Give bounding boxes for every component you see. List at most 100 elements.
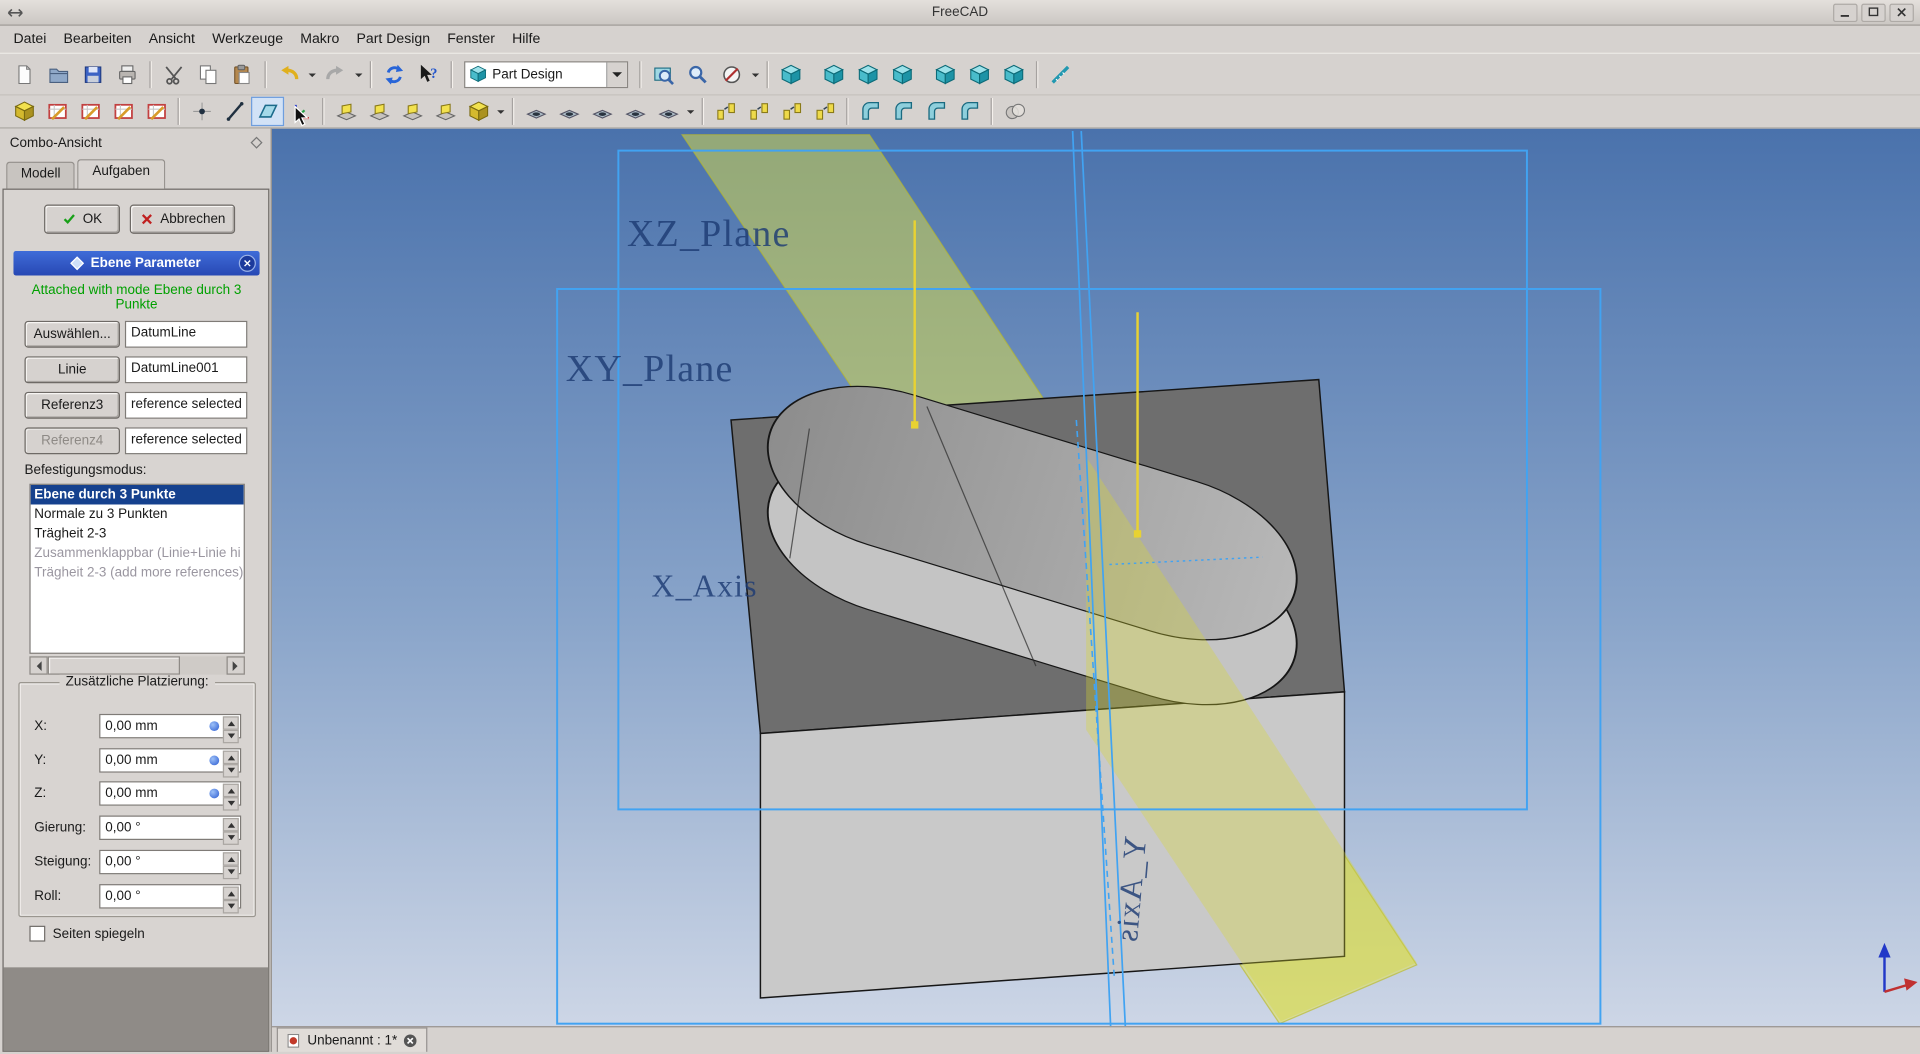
linear-pattern-button[interactable] xyxy=(742,97,775,126)
polar-pattern-button[interactable] xyxy=(775,97,808,126)
undo-button[interactable] xyxy=(272,58,306,90)
create-body-button[interactable] xyxy=(7,97,40,126)
redo-button[interactable] xyxy=(318,58,352,90)
minimize-button[interactable] xyxy=(1833,3,1857,21)
expression-icon[interactable] xyxy=(209,756,219,766)
pocket-button[interactable] xyxy=(519,97,552,126)
y-input[interactable]: 0,00 mm xyxy=(99,748,241,772)
x-input[interactable]: 0,00 mm xyxy=(99,714,241,738)
workbench-selector[interactable]: Part Design xyxy=(464,61,628,88)
list-item[interactable]: Ebene durch 3 Punkte xyxy=(31,485,244,505)
pitch-spinner[interactable] xyxy=(223,852,239,872)
z-input[interactable]: 0,00 mm xyxy=(99,781,241,805)
3d-viewport[interactable]: XZ_Plane XY_Plane X_Axis Y_Axis xyxy=(272,129,1920,1027)
roll-input[interactable]: 0,00 ° xyxy=(99,884,241,908)
view-left-button[interactable] xyxy=(997,58,1031,90)
additive-pipe-button[interactable] xyxy=(429,97,462,126)
list-item[interactable]: Normale zu 3 Punkten xyxy=(31,504,244,524)
scrollbar-thumb[interactable] xyxy=(48,656,180,674)
datum-point-button[interactable] xyxy=(185,97,218,126)
redo-dropdown[interactable] xyxy=(353,58,365,90)
close-document-icon[interactable] xyxy=(403,1033,418,1048)
draw-style-dropdown[interactable] xyxy=(749,58,761,90)
menu-makro[interactable]: Makro xyxy=(292,28,348,50)
additive-primitive-dropdown[interactable] xyxy=(495,96,507,128)
additive-primitive-button[interactable] xyxy=(462,97,495,126)
draft-button[interactable] xyxy=(920,97,953,126)
menu-datei[interactable]: Datei xyxy=(5,28,55,50)
fillet-button[interactable] xyxy=(853,97,886,126)
x-spinner[interactable] xyxy=(223,716,239,736)
paste-button[interactable] xyxy=(225,58,259,90)
draw-style-button[interactable] xyxy=(715,58,749,90)
subtractive-loft-button[interactable] xyxy=(618,97,651,126)
validate-sketch-button[interactable] xyxy=(140,97,173,126)
float-panel-icon[interactable] xyxy=(250,137,262,149)
menu-ansicht[interactable]: Ansicht xyxy=(140,28,203,50)
hole-button[interactable] xyxy=(552,97,585,126)
yaw-input[interactable]: 0,00 ° xyxy=(99,816,241,840)
reference3-field[interactable]: reference selected xyxy=(125,392,247,419)
tab-modell[interactable]: Modell xyxy=(6,162,75,189)
cut-button[interactable] xyxy=(157,58,191,90)
cancel-button[interactable]: Abbrechen xyxy=(130,204,235,233)
scroll-left-icon[interactable] xyxy=(29,656,47,674)
datum-plane-button[interactable] xyxy=(251,97,284,126)
y-spinner[interactable] xyxy=(223,751,239,771)
additive-loft-button[interactable] xyxy=(396,97,429,126)
ok-button[interactable]: OK xyxy=(44,204,120,233)
reference4-field[interactable]: reference selected xyxy=(125,427,247,454)
reference1-button[interactable]: Auswählen... xyxy=(24,321,120,348)
map-sketch-button[interactable] xyxy=(107,97,140,126)
close-button[interactable] xyxy=(1889,3,1913,21)
view-bottom-button[interactable] xyxy=(962,58,996,90)
reference2-field[interactable]: DatumLine001 xyxy=(125,356,247,383)
pad-button[interactable] xyxy=(329,97,362,126)
subtractive-primitive-button[interactable] xyxy=(651,97,684,126)
multitransform-button[interactable] xyxy=(808,97,841,126)
yaw-spinner[interactable] xyxy=(223,818,239,838)
whats-this-button[interactable] xyxy=(411,58,445,90)
menu-hilfe[interactable]: Hilfe xyxy=(504,28,549,50)
scroll-right-icon[interactable] xyxy=(227,656,245,674)
collapse-section-button[interactable] xyxy=(239,255,256,272)
menu-fenster[interactable]: Fenster xyxy=(439,28,504,50)
refresh-button[interactable] xyxy=(377,58,411,90)
reference1-field[interactable]: DatumLine xyxy=(125,321,247,348)
chamfer-button[interactable] xyxy=(887,97,920,126)
roll-spinner[interactable] xyxy=(223,887,239,907)
pitch-input[interactable]: 0,00 ° xyxy=(99,850,241,874)
subtractive-primitive-dropdown[interactable] xyxy=(684,96,696,128)
measure-button[interactable] xyxy=(1043,58,1077,90)
copy-button[interactable] xyxy=(191,58,225,90)
menu-bearbeiten[interactable]: Bearbeiten xyxy=(55,28,140,50)
mode-list-scrollbar[interactable] xyxy=(29,656,245,674)
create-sketch-button[interactable] xyxy=(40,97,73,126)
mirrored-button[interactable] xyxy=(709,97,742,126)
flip-sides-checkbox[interactable] xyxy=(29,926,45,942)
list-item[interactable]: Trägheit 2-3 xyxy=(31,524,244,544)
reference3-button[interactable]: Referenz3 xyxy=(24,392,120,419)
reference2-button[interactable]: Linie xyxy=(24,356,120,383)
task-section-header[interactable]: Ebene Parameter xyxy=(13,251,259,275)
edit-sketch-button[interactable] xyxy=(73,97,106,126)
expression-icon[interactable] xyxy=(209,721,219,731)
thickness-button[interactable] xyxy=(953,97,986,126)
print-button[interactable] xyxy=(110,58,144,90)
fit-all-button[interactable] xyxy=(647,58,681,90)
groove-button[interactable] xyxy=(585,97,618,126)
menu-part-design[interactable]: Part Design xyxy=(348,28,439,50)
datum-line-button[interactable] xyxy=(218,97,251,126)
view-rear-button[interactable] xyxy=(928,58,962,90)
save-button[interactable] xyxy=(76,58,110,90)
boolean-button[interactable] xyxy=(998,97,1031,126)
expression-icon[interactable] xyxy=(209,789,219,799)
revolution-button[interactable] xyxy=(362,97,395,126)
view-right-button[interactable] xyxy=(885,58,919,90)
z-spinner[interactable] xyxy=(223,784,239,804)
new-button[interactable] xyxy=(7,58,41,90)
maximize-button[interactable] xyxy=(1861,3,1885,21)
fit-selection-button[interactable] xyxy=(681,58,715,90)
document-tab[interactable]: Unbenannt : 1* xyxy=(277,1027,428,1051)
workbench-dropdown-icon[interactable] xyxy=(606,62,627,86)
